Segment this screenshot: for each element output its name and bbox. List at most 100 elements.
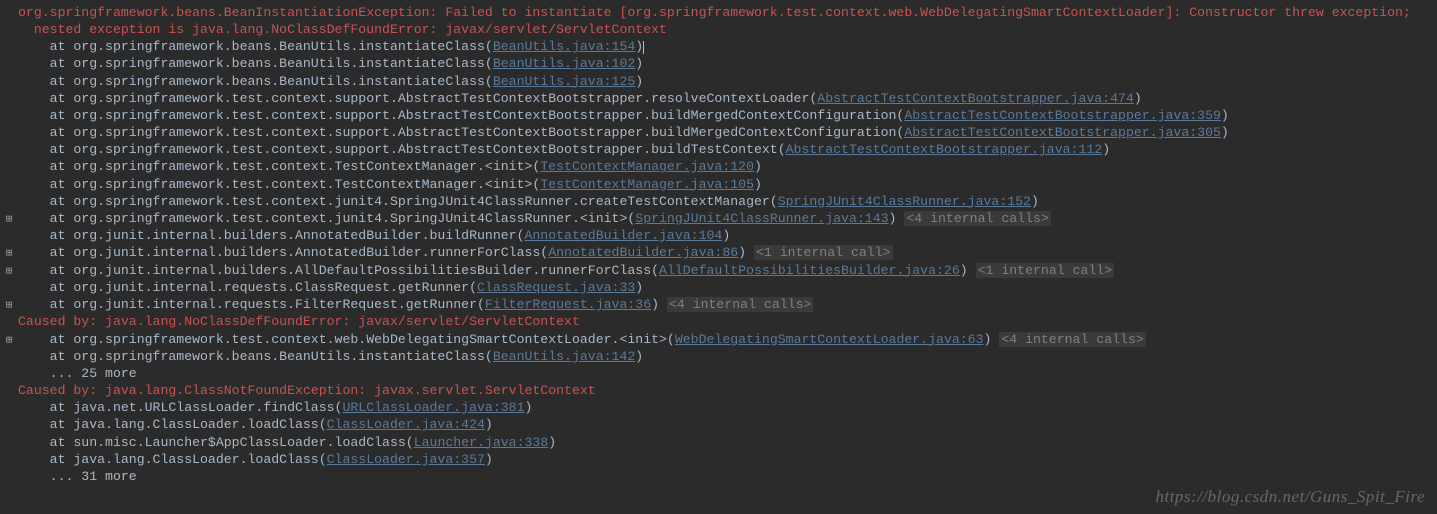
line-content: at org.springframework.beans.BeanUtils.i… xyxy=(18,73,1437,90)
expand-icon[interactable] xyxy=(0,334,18,348)
trace-text: at org.junit.internal.requests.ClassRequ… xyxy=(18,280,477,295)
stack-line: Caused by: java.lang.NoClassDefFoundErro… xyxy=(0,313,1437,330)
source-link[interactable]: FilterRequest.java:36 xyxy=(485,297,651,312)
source-link[interactable]: BeanUtils.java:154 xyxy=(493,39,635,54)
stack-line: at org.springframework.beans.BeanUtils.i… xyxy=(0,38,1437,55)
trace-text: ) xyxy=(960,263,976,278)
trace-text: at org.junit.internal.builders.AllDefaul… xyxy=(18,263,659,278)
trace-text: ) xyxy=(1221,108,1229,123)
trace-text: at org.springframework.test.context.juni… xyxy=(18,211,635,226)
trace-text: ) xyxy=(548,435,556,450)
source-link[interactable]: TestContextManager.java:120 xyxy=(540,159,754,174)
line-content: Caused by: java.lang.ClassNotFoundExcept… xyxy=(18,382,1437,399)
line-content: at org.junit.internal.builders.Annotated… xyxy=(18,227,1437,244)
stack-line: at org.springframework.test.context.supp… xyxy=(0,107,1437,124)
internal-calls-fold[interactable]: <1 internal call> xyxy=(976,263,1115,278)
source-link[interactable]: BeanUtils.java:125 xyxy=(493,74,635,89)
trace-text: at org.junit.internal.requests.FilterReq… xyxy=(18,297,485,312)
source-link[interactable]: AbstractTestContextBootstrapper.java:474 xyxy=(817,91,1134,106)
trace-text: ) xyxy=(635,280,643,295)
expand-icon[interactable] xyxy=(0,213,18,227)
line-content: ... 31 more xyxy=(18,468,1437,485)
stack-line: at org.springframework.test.context.supp… xyxy=(0,141,1437,158)
line-content: at java.lang.ClassLoader.loadClass(Class… xyxy=(18,451,1437,468)
watermark: https://blog.csdn.net/Guns_Spit_Fire xyxy=(1155,486,1425,508)
trace-text: ) xyxy=(984,332,1000,347)
trace-text: ) xyxy=(754,177,762,192)
internal-calls-fold[interactable]: <1 internal call> xyxy=(754,245,893,260)
stack-line: at org.junit.internal.requests.FilterReq… xyxy=(0,296,1437,313)
source-link[interactable]: BeanUtils.java:142 xyxy=(493,349,635,364)
expand-icon[interactable] xyxy=(0,299,18,313)
trace-text: at java.net.URLClassLoader.findClass( xyxy=(18,400,342,415)
source-link[interactable]: URLClassLoader.java:381 xyxy=(342,400,524,415)
trace-text: ) xyxy=(889,211,905,226)
internal-calls-fold[interactable]: <4 internal calls> xyxy=(904,211,1050,226)
error-text: Caused by: java.lang.ClassNotFoundExcept… xyxy=(18,383,596,398)
source-link[interactable]: AbstractTestContextBootstrapper.java:359 xyxy=(904,108,1221,123)
trace-text: ) xyxy=(651,297,667,312)
line-content: at org.junit.internal.requests.FilterReq… xyxy=(18,296,1437,313)
stack-line: at org.springframework.test.context.juni… xyxy=(0,193,1437,210)
source-link[interactable]: AnnotatedBuilder.java:104 xyxy=(524,228,722,243)
line-content: at org.junit.internal.requests.ClassRequ… xyxy=(18,279,1437,296)
line-content: at org.springframework.test.context.supp… xyxy=(18,107,1437,124)
trace-text: at org.springframework.test.context.web.… xyxy=(18,332,675,347)
source-link[interactable]: AnnotatedBuilder.java:86 xyxy=(548,245,738,260)
stack-line: at org.junit.internal.builders.AllDefaul… xyxy=(0,262,1437,279)
stack-line: at org.junit.internal.builders.Annotated… xyxy=(0,244,1437,261)
line-content: at sun.misc.Launcher$AppClassLoader.load… xyxy=(18,434,1437,451)
trace-text: at org.springframework.test.context.juni… xyxy=(18,194,778,209)
line-content: at org.springframework.test.context.web.… xyxy=(18,331,1437,348)
stack-line: at org.springframework.beans.BeanUtils.i… xyxy=(0,55,1437,72)
source-link[interactable]: TestContextManager.java:105 xyxy=(540,177,754,192)
trace-text: at java.lang.ClassLoader.loadClass( xyxy=(18,417,327,432)
stack-line: at java.lang.ClassLoader.loadClass(Class… xyxy=(0,451,1437,468)
source-link[interactable]: ClassLoader.java:357 xyxy=(327,452,485,467)
error-text: org.springframework.beans.BeanInstantiat… xyxy=(18,5,1411,20)
line-content: at org.junit.internal.builders.Annotated… xyxy=(18,244,1437,261)
source-link[interactable]: Launcher.java:338 xyxy=(414,435,549,450)
line-content: org.springframework.beans.BeanInstantiat… xyxy=(18,4,1437,21)
stack-line: at org.springframework.test.context.supp… xyxy=(0,90,1437,107)
source-link[interactable]: ClassLoader.java:424 xyxy=(327,417,485,432)
error-text: Caused by: java.lang.NoClassDefFoundErro… xyxy=(18,314,580,329)
trace-text: ) xyxy=(635,56,643,71)
source-link[interactable]: SpringJUnit4ClassRunner.java:143 xyxy=(635,211,888,226)
trace-text: ) xyxy=(525,400,533,415)
source-link[interactable]: AbstractTestContextBootstrapper.java:112 xyxy=(786,142,1103,157)
text-cursor xyxy=(643,41,644,54)
source-link[interactable]: ClassRequest.java:33 xyxy=(477,280,635,295)
console-output[interactable]: org.springframework.beans.BeanInstantiat… xyxy=(0,0,1437,485)
stack-line: at org.springframework.test.context.web.… xyxy=(0,331,1437,348)
stack-line: at org.junit.internal.builders.Annotated… xyxy=(0,227,1437,244)
source-link[interactable]: AbstractTestContextBootstrapper.java:305 xyxy=(904,125,1221,140)
source-link[interactable]: BeanUtils.java:102 xyxy=(493,56,635,71)
trace-text: ) xyxy=(1134,91,1142,106)
trace-text: at org.springframework.beans.BeanUtils.i… xyxy=(18,56,493,71)
internal-calls-fold[interactable]: <4 internal calls> xyxy=(667,297,813,312)
trace-text: at org.springframework.test.context.supp… xyxy=(18,108,904,123)
internal-calls-fold[interactable]: <4 internal calls> xyxy=(999,332,1145,347)
line-content: nested exception is java.lang.NoClassDef… xyxy=(18,21,1437,38)
trace-text: at org.springframework.test.context.supp… xyxy=(18,125,904,140)
stack-line: at org.springframework.test.context.Test… xyxy=(0,176,1437,193)
trace-text: at org.springframework.test.context.Test… xyxy=(18,159,540,174)
source-link[interactable]: WebDelegatingSmartContextLoader.java:63 xyxy=(675,332,984,347)
stack-line: at org.springframework.beans.BeanUtils.i… xyxy=(0,348,1437,365)
stack-line: at java.net.URLClassLoader.findClass(URL… xyxy=(0,399,1437,416)
stack-line: ... 25 more xyxy=(0,365,1437,382)
source-link[interactable]: SpringJUnit4ClassRunner.java:152 xyxy=(778,194,1031,209)
line-content: ... 25 more xyxy=(18,365,1437,382)
stack-line: at org.springframework.test.context.juni… xyxy=(0,210,1437,227)
line-content: at org.springframework.test.context.juni… xyxy=(18,193,1437,210)
stack-line: at org.springframework.beans.BeanUtils.i… xyxy=(0,73,1437,90)
trace-text: ) xyxy=(754,159,762,174)
stack-line: at java.lang.ClassLoader.loadClass(Class… xyxy=(0,416,1437,433)
expand-icon[interactable] xyxy=(0,247,18,261)
line-content: at org.springframework.beans.BeanUtils.i… xyxy=(18,348,1437,365)
line-content: at org.springframework.beans.BeanUtils.i… xyxy=(18,38,1437,55)
stack-line: at org.springframework.test.context.supp… xyxy=(0,124,1437,141)
source-link[interactable]: AllDefaultPossibilitiesBuilder.java:26 xyxy=(659,263,960,278)
expand-icon[interactable] xyxy=(0,265,18,279)
